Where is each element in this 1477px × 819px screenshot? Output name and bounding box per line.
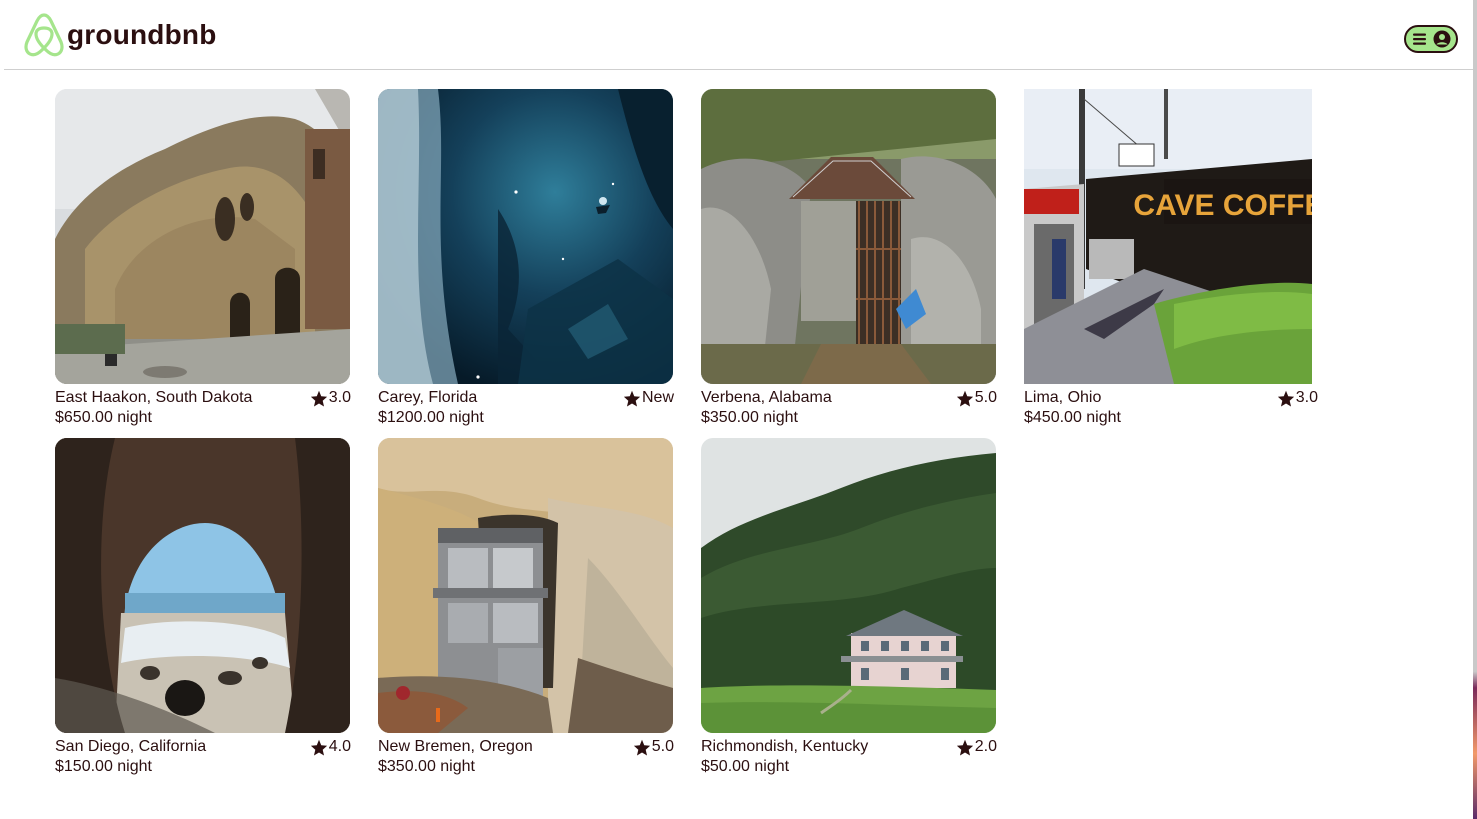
rating-value: 5.0 — [651, 738, 674, 755]
farmhouse-photo — [701, 438, 996, 733]
listing-price: $450.00 night — [1024, 409, 1121, 426]
cave-coffee-sign: CAVE COFFEE — [1133, 189, 1312, 222]
sandstone-cave-photo — [55, 89, 350, 384]
listing-photo[interactable] — [55, 438, 350, 733]
listing-location: East Haakon, South Dakota — [55, 389, 253, 406]
listing-price: $350.00 night — [378, 758, 475, 775]
scrollbar[interactable] — [1473, 0, 1477, 819]
listing-location: Verbena, Alabama — [701, 389, 832, 406]
star-icon — [633, 739, 650, 755]
star-icon — [1277, 390, 1294, 406]
listing-rating: 3.0 — [1277, 388, 1318, 408]
star-icon — [623, 390, 641, 406]
gated-cave-photo — [701, 89, 996, 384]
rating-value: 5.0 — [974, 389, 997, 406]
top-nav: groundbnb — [4, 0, 1473, 70]
star-icon — [310, 390, 327, 406]
listing-price: $1200.00 night — [378, 409, 484, 426]
listing-location: Richmondish, Kentucky — [701, 738, 869, 755]
rating-value: 3.0 — [328, 389, 351, 406]
listing-info-row: Richmondish, Kentucky 2.0 — [701, 737, 997, 757]
listing-info-row: Verbena, Alabama 5.0 — [701, 388, 997, 408]
cave-coffee-photo: CAVE COFFEE — [1024, 89, 1312, 384]
listing-price: $50.00 night — [701, 758, 790, 775]
listing-info-row: Lima, Ohio 3.0 — [1024, 388, 1318, 408]
hamburger-icon — [1412, 33, 1426, 45]
listing-photo[interactable] — [378, 438, 673, 733]
rating-value: 2.0 — [974, 738, 997, 755]
star-icon — [310, 739, 327, 755]
listing-photo[interactable] — [55, 89, 350, 384]
user-avatar-icon — [1433, 30, 1450, 48]
listing-rating: 2.0 — [956, 737, 997, 757]
listing-info-row: San Diego, California 4.0 — [55, 737, 351, 757]
listing-card[interactable]: New Bremen, Oregon 5.0 $350.00 night — [378, 438, 674, 777]
listing-photo[interactable] — [701, 438, 996, 733]
listing-price: $350.00 night — [701, 409, 798, 426]
listing-info-row: New Bremen, Oregon 5.0 — [378, 737, 674, 757]
cliff-house-photo — [378, 438, 673, 733]
listing-card[interactable]: East Haakon, South Dakota 3.0 $650.00 ni… — [55, 89, 351, 428]
listing-rating: New — [623, 388, 674, 408]
star-icon — [956, 739, 973, 755]
star-icon — [956, 390, 973, 406]
listing-photo[interactable]: CAVE COFFEE — [1024, 89, 1312, 384]
window-edge-left — [0, 0, 4, 819]
listing-card[interactable]: San Diego, California 4.0 $150.00 night — [55, 438, 351, 777]
rating-value: 4.0 — [328, 738, 351, 755]
listing-rating: 3.0 — [310, 388, 351, 408]
listing-card[interactable]: Richmondish, Kentucky 2.0 $50.00 night — [701, 438, 997, 777]
listing-card[interactable]: Carey, Florida New $1200.00 night — [378, 89, 674, 428]
rating-value: New — [641, 389, 674, 406]
listing-photo[interactable] — [378, 89, 673, 384]
rating-value: 3.0 — [1295, 389, 1318, 406]
user-menu-button[interactable] — [1404, 25, 1458, 53]
listing-location: New Bremen, Oregon — [378, 738, 533, 755]
brand-name: groundbnb — [67, 19, 217, 50]
underwater-cave-photo — [378, 89, 673, 384]
logo-icon — [24, 13, 64, 57]
listing-location: San Diego, California — [55, 738, 207, 755]
home-logo-link[interactable]: groundbnb — [22, 12, 217, 58]
page: groundbnb East Haakon, South Dakota 3.0 … — [0, 0, 1477, 819]
listing-location: Carey, Florida — [378, 389, 478, 406]
listing-location: Lima, Ohio — [1024, 389, 1102, 406]
listing-photo[interactable] — [701, 89, 996, 384]
listing-info-row: Carey, Florida New — [378, 388, 674, 408]
listing-rating: 5.0 — [633, 737, 674, 757]
listing-card[interactable]: CAVE COFFEE Lima, Ohio 3.0 $450.00 night — [1024, 89, 1320, 428]
listing-card[interactable]: Verbena, Alabama 5.0 $350.00 night — [701, 89, 997, 428]
listing-rating: 4.0 — [310, 737, 351, 757]
listing-price: $650.00 night — [55, 409, 152, 426]
sea-cave-photo — [55, 438, 350, 733]
listing-info-row: East Haakon, South Dakota 3.0 — [55, 388, 351, 408]
listing-rating: 5.0 — [956, 388, 997, 408]
listing-price: $150.00 night — [55, 758, 152, 775]
